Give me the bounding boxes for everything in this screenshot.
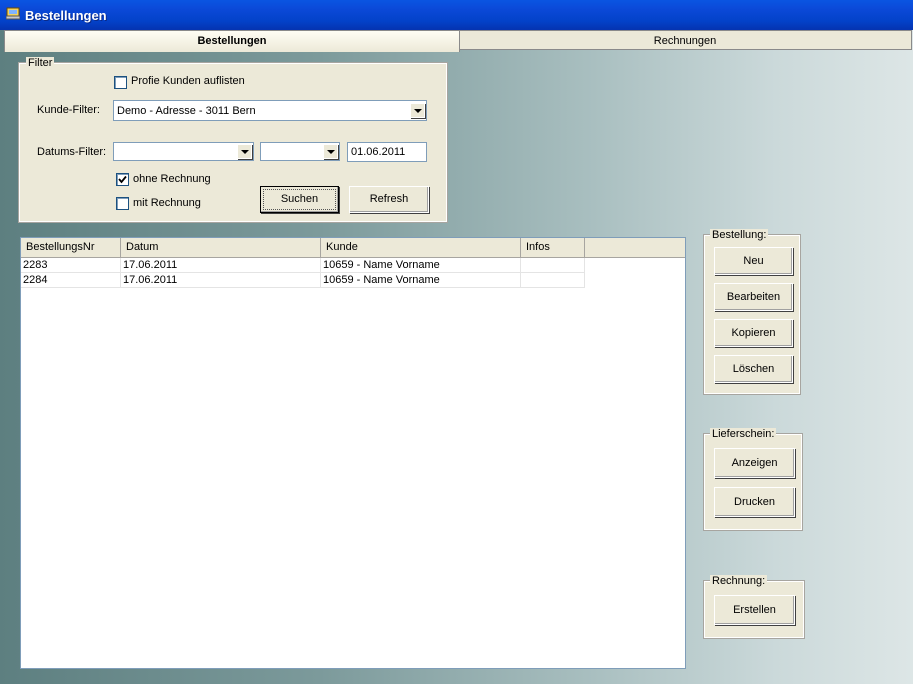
column-header-kunde[interactable]: Kunde <box>321 238 521 257</box>
ohne-rechnung-checkbox[interactable] <box>116 173 129 186</box>
mit-rechnung-checkbox[interactable] <box>116 197 129 210</box>
refresh-button[interactable]: Refresh <box>349 186 429 213</box>
datum-from-combo[interactable] <box>113 142 254 161</box>
kopieren-button[interactable]: Kopieren <box>714 319 793 347</box>
orders-table[interactable]: BestellungsNr Datum Kunde Infos 2283 17.… <box>20 237 686 669</box>
bearbeiten-button[interactable]: Bearbeiten <box>714 283 793 311</box>
mit-rechnung-label: mit Rechnung <box>133 197 201 209</box>
cell-infos <box>521 273 585 288</box>
title-bar[interactable]: Bestellungen <box>0 0 913 30</box>
bestellung-group-label: Bestellung: <box>710 229 769 241</box>
kunde-filter-combo[interactable]: Demo - Adresse - 3011 Bern <box>113 100 427 121</box>
loeschen-button[interactable]: Löschen <box>714 355 793 383</box>
cell-kunde: 10659 - Name Vorname <box>321 258 521 273</box>
filter-group: Filter Profie Kunden auflisten Kunde-Fil… <box>18 57 448 223</box>
rechnung-group: Rechnung: Erstellen <box>703 575 805 639</box>
chevron-down-icon[interactable] <box>323 144 338 159</box>
anzeigen-button[interactable]: Anzeigen <box>714 448 795 478</box>
cell-datum: 17.06.2011 <box>121 273 321 288</box>
column-header-datum[interactable]: Datum <box>121 238 321 257</box>
table-header: BestellungsNr Datum Kunde Infos <box>21 238 685 258</box>
cell-bestellungsnr: 2284 <box>21 273 121 288</box>
kunde-filter-label: Kunde-Filter: <box>37 104 100 116</box>
column-header-filler <box>585 238 685 257</box>
neu-button[interactable]: Neu <box>714 247 793 275</box>
erstellen-button[interactable]: Erstellen <box>714 595 795 625</box>
bestellung-group: Bestellung: Neu Bearbeiten Kopieren Lösc… <box>703 229 801 395</box>
app-icon <box>6 7 20 20</box>
cell-kunde: 10659 - Name Vorname <box>321 273 521 288</box>
table-row[interactable]: 2284 17.06.2011 10659 - Name Vorname <box>21 273 585 288</box>
column-header-bestellungsnr[interactable]: BestellungsNr <box>21 238 121 257</box>
cell-datum: 17.06.2011 <box>121 258 321 273</box>
table-row[interactable]: 2283 17.06.2011 10659 - Name Vorname <box>21 258 585 273</box>
chevron-down-icon[interactable] <box>410 103 425 118</box>
cell-infos <box>521 258 585 273</box>
kunde-filter-value: Demo - Adresse - 3011 Bern <box>117 105 256 117</box>
ohne-rechnung-label: ohne Rechnung <box>133 173 211 185</box>
lieferschein-group: Lieferschein: Anzeigen Drucken <box>703 428 803 531</box>
lieferschein-group-label: Lieferschein: <box>710 428 777 440</box>
datums-filter-label: Datums-Filter: <box>37 146 107 158</box>
rechnung-group-label: Rechnung: <box>710 575 768 587</box>
cell-bestellungsnr: 2283 <box>21 258 121 273</box>
datum-text-input[interactable]: 01.06.2011 <box>347 142 427 162</box>
filter-group-label: Filter <box>26 57 55 69</box>
chevron-down-icon[interactable] <box>237 144 252 159</box>
profi-kunden-checkbox[interactable] <box>114 76 127 89</box>
tab-bestellungen[interactable]: Bestellungen <box>4 30 460 52</box>
profi-kunden-label: Profie Kunden auflisten <box>131 75 245 87</box>
window-title: Bestellungen <box>25 8 107 23</box>
tab-rechnungen[interactable]: Rechnungen <box>458 30 912 50</box>
checkmark-icon <box>118 175 127 184</box>
column-header-infos[interactable]: Infos <box>521 238 585 257</box>
suchen-button[interactable]: Suchen <box>260 186 339 213</box>
datum-to-combo[interactable] <box>260 142 340 161</box>
drucken-button[interactable]: Drucken <box>714 487 795 517</box>
main-window: Bestellungen Bestellungen Rechnungen Fil… <box>0 0 913 684</box>
